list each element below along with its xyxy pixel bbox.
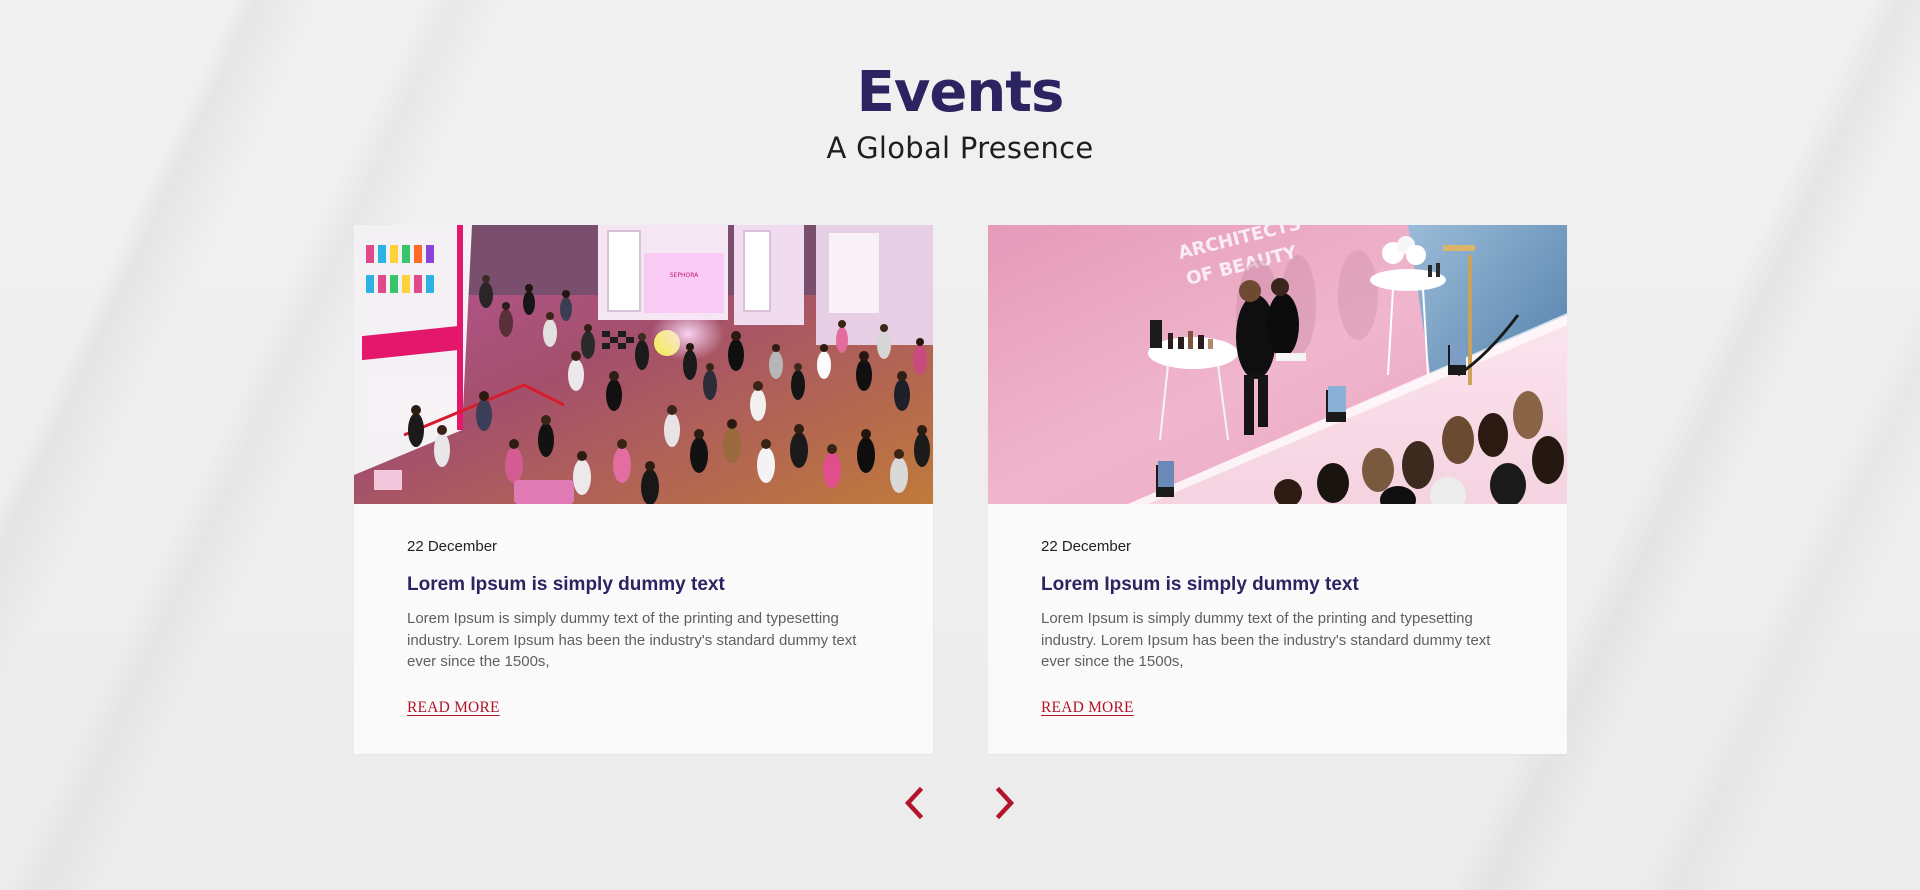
read-more-link[interactable]: READ MORE (407, 697, 500, 719)
read-more-link[interactable]: READ MORE (1041, 697, 1134, 719)
event-title[interactable]: Lorem Ipsum is simply dummy text (1041, 571, 1359, 599)
event-card: ARCHITECTS OF BEAUTY 22 December Lorem I… (988, 225, 1567, 754)
sign-text: SEPHORA (670, 272, 699, 279)
event-title[interactable]: Lorem Ipsum is simply dummy text (407, 571, 725, 599)
event-image-crowd[interactable]: SEPHORA (354, 225, 933, 504)
chevron-right-icon (995, 786, 1015, 820)
next-button[interactable] (989, 786, 1019, 820)
chevron-left-icon (904, 786, 924, 820)
event-date: 22 December (407, 538, 498, 555)
section-subtitle: A Global Presence (826, 131, 1094, 165)
event-photo: SEPHORA (354, 225, 933, 504)
event-description: Lorem Ipsum is simply dummy text of the … (1041, 610, 1491, 670)
event-photo: ARCHITECTS OF BEAUTY (988, 225, 1567, 504)
event-date: 22 December (1041, 538, 1132, 555)
prev-button[interactable] (900, 786, 930, 820)
event-card: SEPHORA 22 December Lorem Ipsum is simpl… (354, 225, 933, 754)
event-description: Lorem Ipsum is simply dummy text of the … (407, 610, 857, 670)
event-image-stage[interactable]: ARCHITECTS OF BEAUTY (988, 225, 1567, 504)
section-title: Events (856, 60, 1065, 125)
